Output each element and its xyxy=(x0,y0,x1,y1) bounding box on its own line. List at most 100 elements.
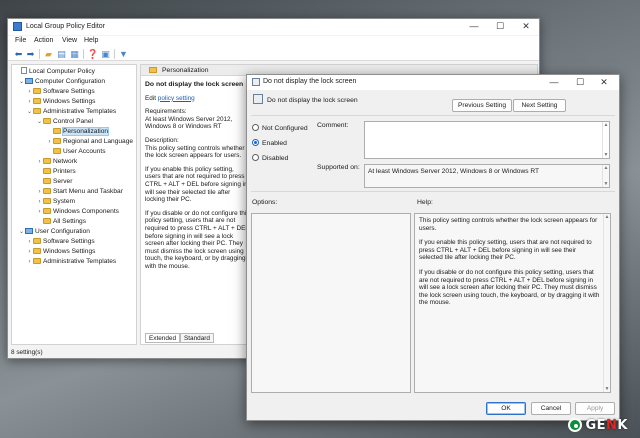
chevron-right-icon[interactable]: › xyxy=(26,238,33,247)
tree-node-user-administrative-templates[interactable]: › Administrative Templates xyxy=(26,257,116,266)
apply-button[interactable]: Apply xyxy=(575,402,615,415)
folder-icon xyxy=(149,67,157,73)
folder-icon xyxy=(33,238,41,244)
dialog-title-bar[interactable]: Do not display the lock screen — ☐ ✕ xyxy=(247,75,619,90)
minimize-button[interactable]: — xyxy=(461,20,487,33)
scroll-down-icon[interactable]: ▼ xyxy=(603,152,609,158)
folder-icon xyxy=(43,198,51,204)
tree-node-regional-and-language[interactable]: › Regional and Language xyxy=(46,137,133,146)
tree-node-user-software-settings[interactable]: › Software Settings xyxy=(26,237,95,246)
scroll-down-icon[interactable]: ▼ xyxy=(604,386,610,392)
tree-node-network[interactable]: › Network xyxy=(36,157,77,166)
tree-node-windows-components[interactable]: › Windows Components xyxy=(36,207,119,216)
scroll-down-icon[interactable]: ▼ xyxy=(603,181,609,187)
edit-policy-setting-link[interactable]: policy setting xyxy=(158,95,195,102)
chevron-down-icon[interactable]: ⌄ xyxy=(26,108,33,117)
help-scrollbar[interactable]: ▲ ▼ xyxy=(603,214,610,392)
dialog-maximize-button[interactable]: ☐ xyxy=(569,76,591,89)
tab-extended[interactable]: Extended xyxy=(145,333,181,343)
back-arrow-icon[interactable]: ⬅ xyxy=(13,49,24,59)
chevron-right-icon[interactable]: › xyxy=(26,98,33,107)
chevron-down-icon[interactable]: ⌄ xyxy=(36,118,43,127)
scroll-up-icon[interactable]: ▲ xyxy=(604,214,610,220)
maximize-button[interactable]: ☐ xyxy=(487,20,513,33)
tree-node-software-settings[interactable]: › Software Settings xyxy=(26,87,95,96)
next-setting-button[interactable]: Next Setting xyxy=(513,99,566,112)
genk-watermark-logo: GENK xyxy=(568,418,628,434)
computer-icon xyxy=(25,78,33,84)
section-divider xyxy=(251,191,615,192)
tab-standard[interactable]: Standard xyxy=(180,333,214,343)
detail-header-title: Personalization xyxy=(162,67,209,74)
tree-node-printers[interactable]: Printers xyxy=(36,167,76,176)
tree-node-server[interactable]: Server xyxy=(36,177,72,186)
up-folder-icon[interactable]: ▰ xyxy=(43,49,54,59)
supported-scrollbar[interactable]: ▲ ▼ xyxy=(602,165,609,187)
policy-setting-icon xyxy=(253,94,263,104)
title-bar[interactable]: Local Group Policy Editor — ☐ ✕ xyxy=(8,19,539,35)
chevron-down-icon[interactable]: ⌄ xyxy=(18,228,25,237)
folder-icon xyxy=(33,88,41,94)
policy-description: Do not display the lock screen Edit poli… xyxy=(145,81,251,270)
tree-node-user-accounts[interactable]: User Accounts xyxy=(46,147,106,156)
menu-help[interactable]: Help xyxy=(84,37,98,44)
supported-on-value: At least Windows Server 2012, Windows 8 … xyxy=(368,168,540,175)
chevron-right-icon[interactable]: › xyxy=(26,258,33,267)
previous-setting-button[interactable]: Previous Setting xyxy=(452,99,512,112)
close-button[interactable]: ✕ xyxy=(513,20,539,33)
filter-icon[interactable]: ▼ xyxy=(118,49,129,59)
chevron-right-icon[interactable]: › xyxy=(36,208,43,217)
comment-scrollbar[interactable]: ▲ ▼ xyxy=(602,122,609,158)
chevron-right-icon[interactable]: › xyxy=(36,158,43,167)
tree-node-administrative-templates[interactable]: ⌄ Administrative Templates xyxy=(26,107,116,116)
tree-node-local-computer-policy[interactable]: Local Computer Policy xyxy=(14,67,95,76)
settings-count: 8 setting(s) xyxy=(11,349,43,356)
chevron-right-icon[interactable]: › xyxy=(26,248,33,257)
gpedit-app-icon xyxy=(13,22,22,31)
radio-selected-icon xyxy=(252,139,259,146)
menu-file[interactable]: File xyxy=(15,37,26,44)
tree-node-user-windows-settings[interactable]: › Windows Settings xyxy=(26,247,95,256)
tree-node-system[interactable]: › System xyxy=(36,197,75,206)
properties-icon[interactable]: ▣ xyxy=(100,49,111,59)
scroll-up-icon[interactable]: ▲ xyxy=(603,165,609,171)
folder-icon xyxy=(33,248,41,254)
export-list-icon[interactable]: ▦ xyxy=(69,49,80,59)
navigation-tree[interactable]: Local Computer Policy ⌄ Computer Configur… xyxy=(11,64,137,345)
tree-node-start-menu-and-taskbar[interactable]: › Start Menu and Taskbar xyxy=(36,187,123,196)
tree-node-control-panel[interactable]: ⌄ Control Panel xyxy=(36,117,93,126)
radio-not-configured[interactable]: Not Configured xyxy=(252,124,308,133)
help-text: This policy setting controls whether the… xyxy=(419,217,600,314)
tree-node-user-configuration[interactable]: ⌄ User Configuration xyxy=(18,227,90,236)
dialog-close-button[interactable]: ✕ xyxy=(593,76,615,89)
tree-node-all-settings[interactable]: All Settings xyxy=(36,217,86,226)
show-hide-tree-icon[interactable]: ▤ xyxy=(56,49,67,59)
help-icon[interactable]: ❓ xyxy=(87,49,98,59)
comment-textarea[interactable]: ▲ ▼ xyxy=(364,121,610,159)
radio-enabled[interactable]: Enabled xyxy=(252,139,287,148)
cancel-button[interactable]: Cancel xyxy=(531,402,571,415)
radio-disabled[interactable]: Disabled xyxy=(252,154,288,163)
edit-policy-line: Edit policy setting xyxy=(145,94,195,102)
tree-node-computer-configuration[interactable]: ⌄ Computer Configuration xyxy=(18,77,105,86)
scroll-up-icon[interactable]: ▲ xyxy=(603,122,609,128)
toolbar: ⬅ ➡ ▰ ▤ ▦ ❓ ▣ ▼ xyxy=(8,47,539,61)
menu-action[interactable]: Action xyxy=(34,37,53,44)
menu-bar: File Action View Help xyxy=(8,36,539,47)
policy-setting-icon xyxy=(252,78,260,86)
folder-icon xyxy=(43,158,51,164)
requirements-text: At least Windows Server 2012, Windows 8 … xyxy=(145,115,233,131)
tree-node-personalization[interactable]: Personalization xyxy=(46,127,110,136)
tree-node-windows-settings[interactable]: › Windows Settings xyxy=(26,97,95,106)
chevron-right-icon[interactable]: › xyxy=(36,188,43,197)
chevron-right-icon[interactable]: › xyxy=(46,138,53,147)
help-paragraph-1: This policy setting controls whether the… xyxy=(419,217,598,232)
chevron-right-icon[interactable]: › xyxy=(36,198,43,207)
menu-view[interactable]: View xyxy=(62,37,77,44)
chevron-right-icon[interactable]: › xyxy=(26,88,33,97)
ok-button[interactable]: OK xyxy=(486,402,526,415)
folder-icon xyxy=(43,168,51,174)
chevron-down-icon[interactable]: ⌄ xyxy=(18,78,25,87)
dialog-minimize-button[interactable]: — xyxy=(543,76,565,89)
forward-arrow-icon[interactable]: ➡ xyxy=(25,49,36,59)
